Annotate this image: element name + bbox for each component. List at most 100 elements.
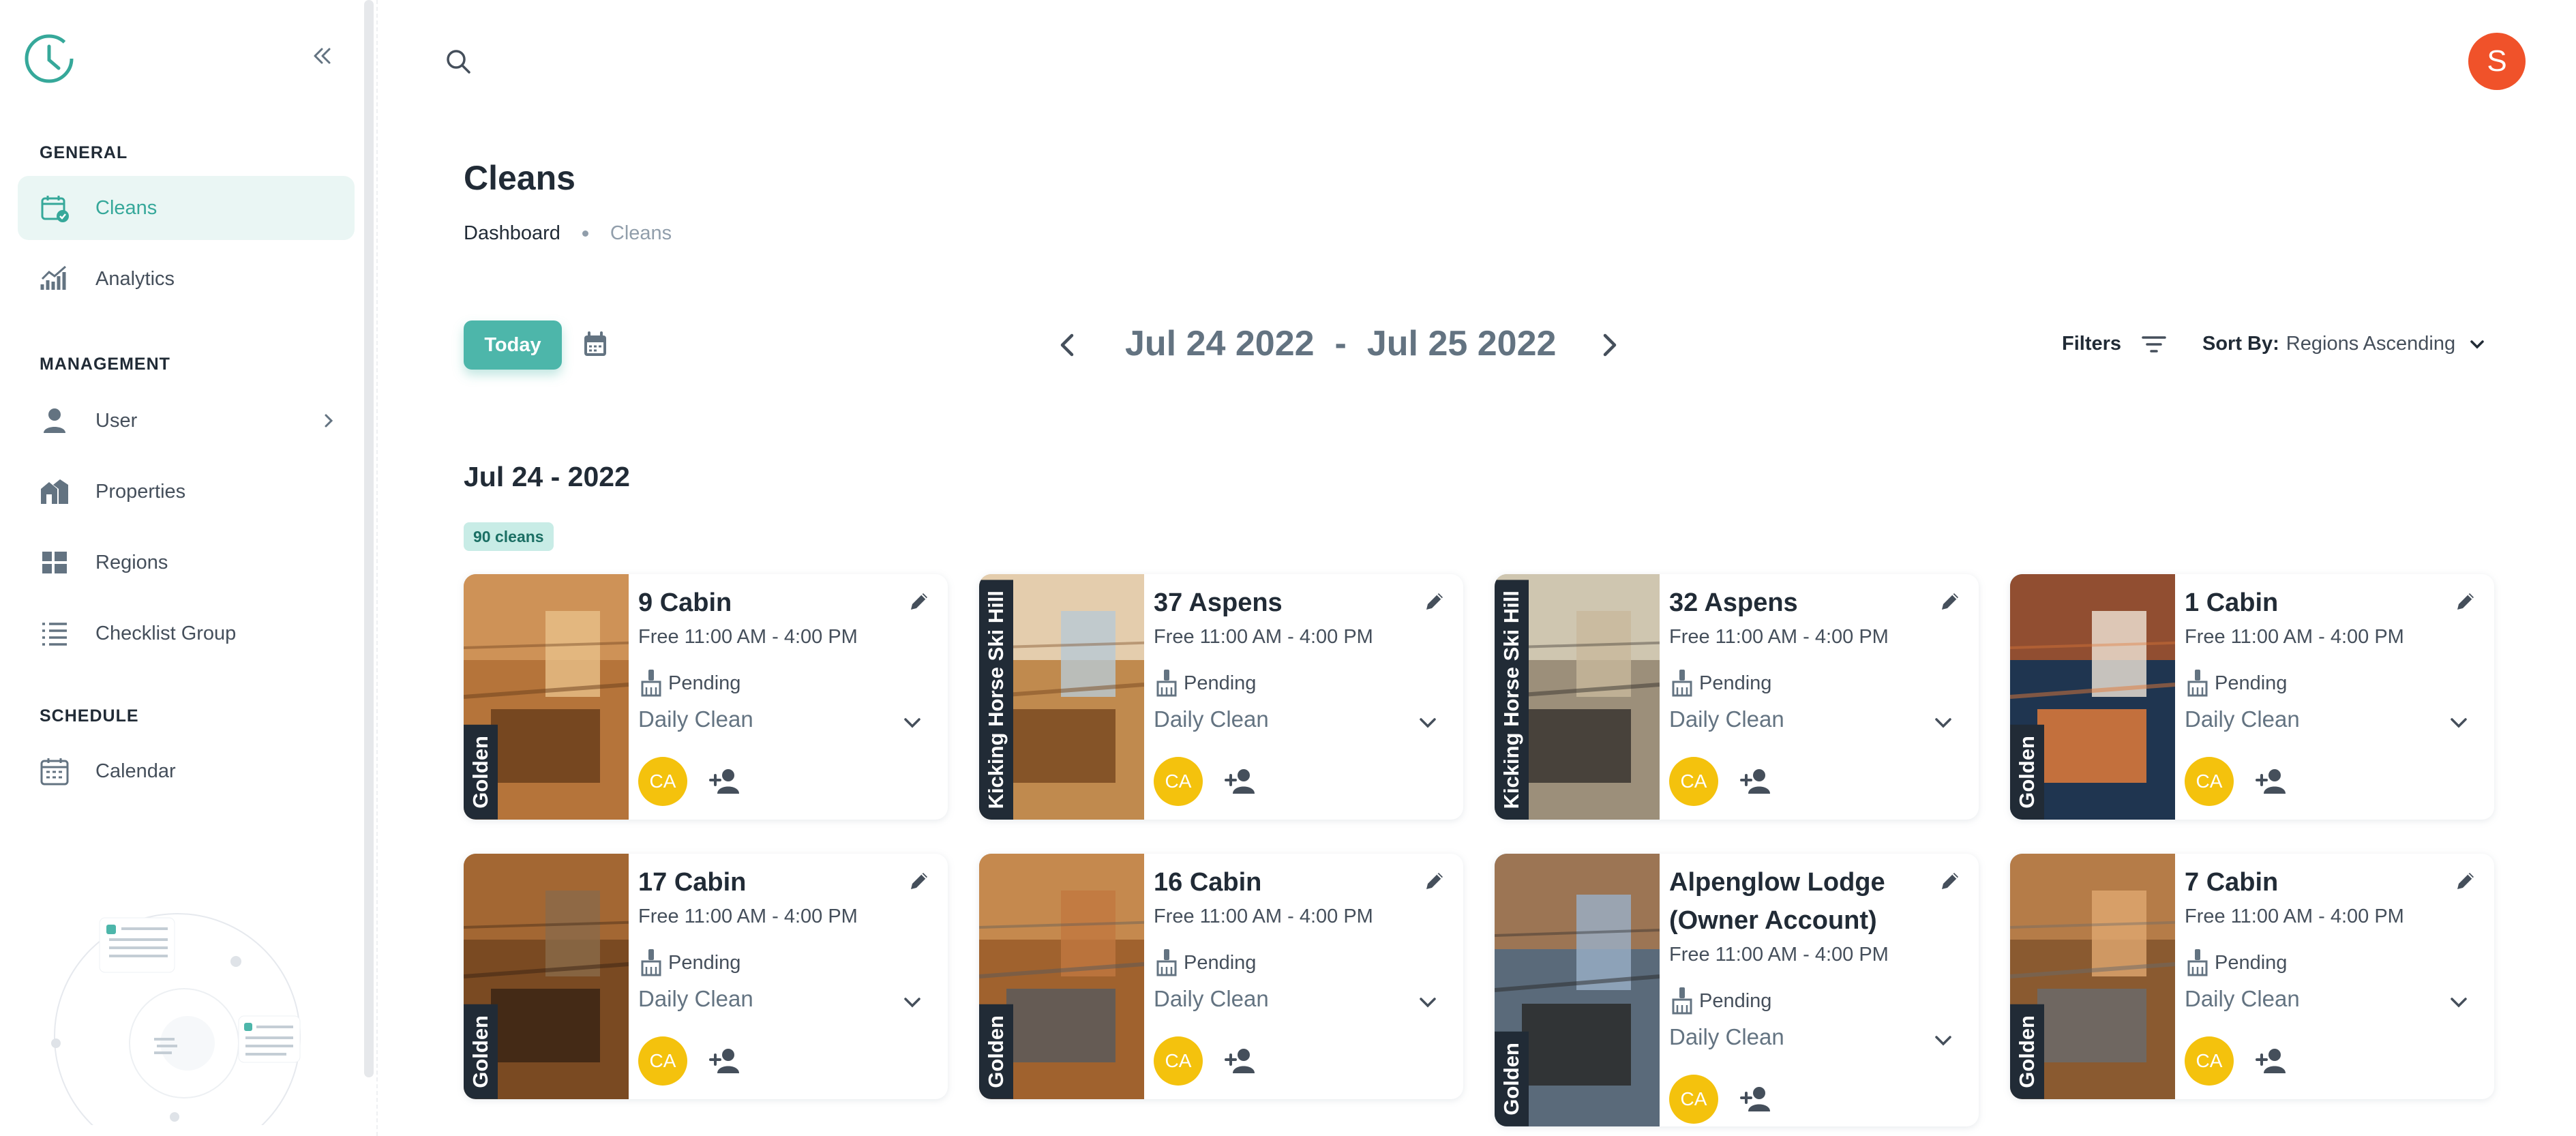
clean-type[interactable]: Daily Clean (638, 986, 753, 1012)
breadcrumb-separator (582, 230, 588, 237)
edit-pencil-icon[interactable] (905, 867, 933, 895)
clean-card[interactable]: Kicking Horse Ski Hill 37 Aspens Free 11… (979, 574, 1463, 820)
clean-type[interactable]: Daily Clean (1154, 706, 1269, 732)
edit-pencil-icon[interactable] (1936, 867, 1964, 895)
region-label: Golden (2010, 725, 2044, 820)
edit-pencil-icon[interactable] (905, 588, 933, 615)
add-user-icon[interactable] (2254, 1043, 2290, 1079)
availability-time: Free 11:00 AM - 4:00 PM (2185, 626, 2404, 648)
availability-time: Free 11:00 AM - 4:00 PM (638, 906, 858, 927)
clean-type[interactable]: Daily Clean (1669, 706, 1784, 732)
nav-section-management: MANAGEMENT (40, 355, 170, 374)
add-user-icon[interactable] (708, 1043, 743, 1079)
clock-logo-icon[interactable] (23, 33, 75, 85)
availability-time: Free 11:00 AM - 4:00 PM (1154, 626, 1373, 648)
filter-lines-icon (2142, 335, 2166, 353)
chevron-down-icon[interactable] (901, 994, 923, 1011)
clean-card[interactable]: Kicking Horse Ski Hill 32 Aspens Free 11… (1495, 574, 1979, 820)
chevron-right-icon[interactable] (1596, 329, 1623, 361)
assignee-avatar[interactable]: CA (1669, 1075, 1718, 1124)
availability-time: Free 11:00 AM - 4:00 PM (638, 626, 858, 648)
filters-button[interactable]: Filters (2062, 333, 2166, 355)
chevron-down-icon[interactable] (1417, 715, 1439, 731)
chevron-right-icon (325, 414, 333, 428)
region-label: Golden (464, 1004, 498, 1099)
sidebar-item-analytics[interactable]: Analytics (18, 247, 355, 311)
sidebar-divider (376, 0, 378, 1136)
clean-type[interactable]: Daily Clean (638, 706, 753, 732)
clean-status: Pending (638, 668, 740, 698)
chevron-down-icon[interactable] (901, 715, 923, 731)
assignee-avatar[interactable]: CA (1154, 1036, 1203, 1086)
clean-card[interactable]: Golden 7 Cabin Free 11:00 AM - 4:00 PM P… (2010, 854, 2494, 1099)
breadcrumb-dashboard[interactable]: Dashboard (464, 222, 560, 245)
sidebar-item-calendar[interactable]: Calendar (18, 739, 355, 803)
property-title: Alpenglow Lodge (Owner Account) (1669, 868, 1885, 935)
status-label: Pending (668, 951, 741, 974)
clean-status: Pending (1669, 986, 1771, 1016)
sidebar-item-label: Analytics (95, 267, 175, 290)
chevron-down-icon[interactable] (2448, 715, 2470, 731)
filters-label: Filters (2062, 333, 2122, 355)
status-label: Pending (1699, 672, 1772, 694)
clean-type[interactable]: Daily Clean (1669, 1024, 1784, 1050)
user-icon (38, 404, 71, 437)
chevron-left-icon[interactable] (1054, 329, 1081, 361)
sidebar-item-user[interactable]: User (18, 389, 355, 453)
clean-card[interactable]: Golden 16 Cabin Free 11:00 AM - 4:00 PM … (979, 854, 1463, 1099)
calendar-picker-icon[interactable] (581, 330, 610, 359)
add-user-icon[interactable] (2254, 764, 2290, 799)
chevron-down-icon[interactable] (1932, 715, 1954, 731)
availability-time: Free 11:00 AM - 4:00 PM (1154, 906, 1373, 927)
chevron-down-icon[interactable] (2448, 994, 2470, 1011)
property-title: 1 Cabin (2185, 588, 2279, 617)
user-avatar[interactable]: S (2468, 33, 2526, 90)
clean-card[interactable]: Golden Alpenglow Lodge (Owner Account) F… (1495, 854, 1979, 1126)
assignee-avatar[interactable]: CA (638, 757, 687, 806)
clean-type[interactable]: Daily Clean (2185, 986, 2300, 1012)
clean-card[interactable]: Golden 17 Cabin Free 11:00 AM - 4:00 PM … (464, 854, 948, 1099)
add-user-icon[interactable] (1739, 764, 1774, 799)
clean-card[interactable]: Golden 9 Cabin Free 11:00 AM - 4:00 PM P… (464, 574, 948, 820)
sidebar-item-regions[interactable]: Regions (18, 530, 355, 595)
edit-pencil-icon[interactable] (2452, 588, 2479, 615)
add-user-icon[interactable] (1223, 764, 1259, 799)
analytics-icon (38, 263, 71, 295)
assignee-avatar[interactable]: CA (638, 1036, 687, 1086)
search-icon[interactable] (443, 46, 473, 76)
today-button[interactable]: Today (464, 320, 562, 370)
property-title: 37 Aspens (1154, 588, 1283, 617)
broom-icon (2187, 670, 2208, 697)
calendar-check-icon (38, 192, 71, 224)
edit-pencil-icon[interactable] (1421, 588, 1448, 615)
assignee-avatar[interactable]: CA (2185, 1036, 2234, 1086)
availability-time: Free 11:00 AM - 4:00 PM (2185, 906, 2404, 927)
sidebar-item-label: User (95, 409, 138, 432)
chevron-down-icon[interactable] (1417, 994, 1439, 1011)
edit-pencil-icon[interactable] (1421, 867, 1448, 895)
clean-type[interactable]: Daily Clean (1154, 986, 1269, 1012)
day-heading: Jul 24 - 2022 (464, 461, 630, 492)
region-label: Kicking Horse Ski Hill (1495, 579, 1529, 820)
buildings-icon (38, 475, 71, 508)
edit-pencil-icon[interactable] (1936, 588, 1964, 615)
edit-pencil-icon[interactable] (2452, 867, 2479, 895)
assignee-avatar[interactable]: CA (2185, 757, 2234, 806)
property-title: 9 Cabin (638, 588, 732, 617)
sidebar-item-checklist-group[interactable]: Checklist Group (18, 601, 355, 666)
chevron-down-icon[interactable] (1932, 1032, 1954, 1049)
add-user-icon[interactable] (1223, 1043, 1259, 1079)
date-separator: - (1334, 324, 1347, 363)
sidebar-scrollbar[interactable] (364, 0, 374, 1077)
collapse-sidebar-icon[interactable] (308, 42, 335, 70)
assignee-avatar[interactable]: CA (1154, 757, 1203, 806)
add-user-icon[interactable] (708, 764, 743, 799)
sidebar-item-cleans[interactable]: Cleans (18, 176, 355, 240)
clean-card[interactable]: Golden 1 Cabin Free 11:00 AM - 4:00 PM P… (2010, 574, 2494, 820)
clean-type[interactable]: Daily Clean (2185, 706, 2300, 732)
sidebar-item-properties[interactable]: Properties (18, 460, 355, 524)
add-user-icon[interactable] (1739, 1081, 1774, 1117)
assignee-avatar[interactable]: CA (1669, 757, 1718, 806)
clean-status: Pending (1154, 948, 1256, 978)
sort-dropdown[interactable]: Sort By: Regions Ascending (2202, 333, 2485, 355)
